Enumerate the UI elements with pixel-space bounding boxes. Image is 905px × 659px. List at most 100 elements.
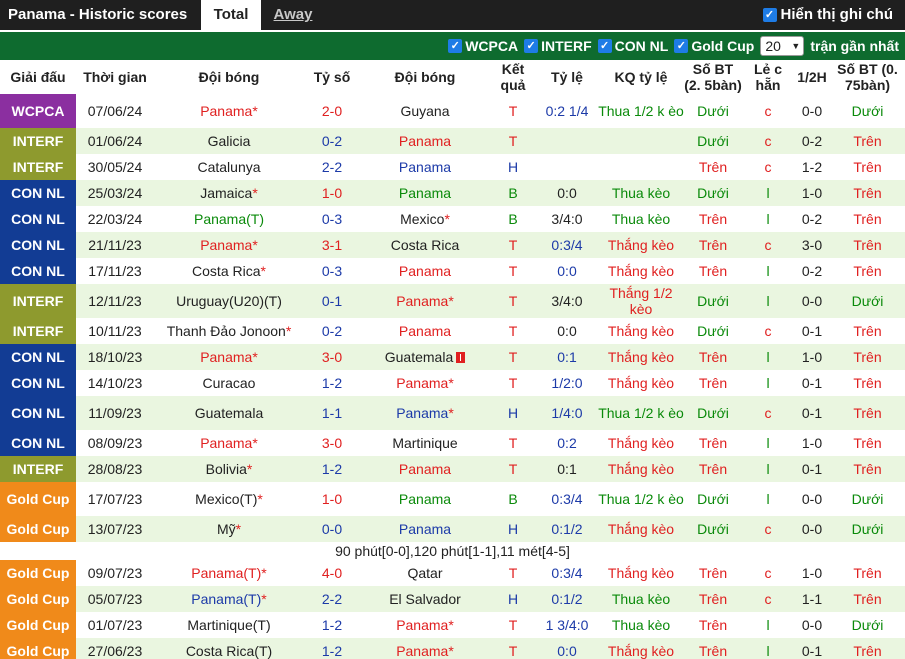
odds-cell: 0:3/4 <box>536 482 598 516</box>
odd-even-cell: l <box>742 370 794 396</box>
over-under-cell: Trên <box>684 206 742 232</box>
odds-result-cell: Thắng kèo <box>598 560 684 586</box>
tab-title: Panama - Historic scores <box>8 6 188 23</box>
table-row[interactable]: Gold Cup 17/07/23 Mexico(T)* 1-0 Panama B 0:3/… <box>0 482 905 516</box>
result-cell: T <box>490 128 536 154</box>
half-cell: 0-1 <box>794 638 830 659</box>
table-row[interactable]: CON NL 17/11/23 Costa Rica* 0-3 Panama T 0:0 Th… <box>0 258 905 284</box>
result-cell: T <box>490 370 536 396</box>
table-row[interactable]: CON NL 18/10/23 Panama* 3-0 Guatemala T 0:1 Thắ… <box>0 344 905 370</box>
score-cell: 0-0 <box>304 516 360 542</box>
away-team: Guyana <box>360 94 490 128</box>
table-row[interactable]: INTERF 01/06/24 Galicia 0-2 Panama T Dưới c 0-2 T… <box>0 128 905 154</box>
result-cell: T <box>490 318 536 344</box>
home-team: Galicia <box>154 128 304 154</box>
home-team: Martinique(T) <box>154 612 304 638</box>
recent-label: trận gần nhất <box>810 38 899 54</box>
header-league: Giải đấu <box>0 60 76 94</box>
filter-wcpca[interactable]: ✓ WCPCA <box>448 38 518 54</box>
odd-even-cell: c <box>742 516 794 542</box>
table-row[interactable]: INTERF 12/11/23 Uruguay(U20)(T) 0-1 Panama* T… <box>0 284 905 318</box>
filter-interf[interactable]: ✓ INTERF <box>524 38 592 54</box>
checkbox-icon[interactable]: ✓ <box>597 39 612 53</box>
date-cell: 27/06/23 <box>76 638 154 659</box>
score-cell: 0-2 <box>304 128 360 154</box>
table-row[interactable]: Gold Cup 27/06/23 Costa Rica(T) 1-2 Panama* T… <box>0 638 905 659</box>
tab-away[interactable]: Away <box>262 0 324 30</box>
home-team: Curacao <box>154 370 304 396</box>
odds-result-cell: Thua kèo <box>598 206 684 232</box>
league-cell: CON NL <box>0 370 76 396</box>
filter-goldcup[interactable]: ✓ Gold Cup <box>674 38 754 54</box>
table-row[interactable]: INTERF 30/05/24 Catalunya 2-2 Panama H Trên c 1-… <box>0 154 905 180</box>
show-notes-toggle[interactable]: ✓ Hiển thị ghi chú <box>762 0 893 30</box>
score-cell: 2-0 <box>304 94 360 128</box>
odds-result-cell: Thắng kèo <box>598 456 684 482</box>
half-cell: 0-2 <box>794 128 830 154</box>
header-result: Kết quả <box>490 60 536 94</box>
checkbox-icon[interactable]: ✓ <box>762 8 777 22</box>
league-cell: Gold Cup <box>0 612 76 638</box>
odds-result-cell: Thua 1/2 k èo <box>598 482 684 516</box>
half-cell: 0-1 <box>794 370 830 396</box>
over-under-cell: Trên <box>684 232 742 258</box>
score-cell: 2-2 <box>304 586 360 612</box>
over-under-2-cell: Trên <box>830 344 905 370</box>
table-row[interactable]: Gold Cup 09/07/23 Panama(T)* 4-0 Qatar T 0:3/4… <box>0 560 905 586</box>
header-odds-result: KQ tỷ lệ <box>598 60 684 94</box>
odd-even-cell: c <box>742 586 794 612</box>
red-card-icon <box>456 352 466 363</box>
over-under-cell: Dưới <box>684 94 742 128</box>
odds-cell: 0:1/2 <box>536 516 598 542</box>
home-team: Mexico(T)* <box>154 482 304 516</box>
home-team: Mỹ* <box>154 516 304 542</box>
table-row[interactable]: CON NL 14/10/23 Curacao 1-2 Panama* T 1/2:0 Thắ… <box>0 370 905 396</box>
match-count-select[interactable]: 20 ▼ <box>760 36 805 56</box>
tab-total[interactable]: Total <box>201 0 261 30</box>
header-away: Đội bóng <box>360 60 490 94</box>
half-cell: 1-1 <box>794 586 830 612</box>
over-under-2-cell: Trên <box>830 456 905 482</box>
result-cell: T <box>490 344 536 370</box>
header-odds: Tỷ lệ <box>536 60 598 94</box>
table-row[interactable]: CON NL 25/03/24 Jamaica* 1-0 Panama B 0:0 Thua … <box>0 180 905 206</box>
table-row[interactable]: CON NL 22/03/24 Panama(T) 0-3 Mexico* B 3/4:0 T… <box>0 206 905 232</box>
checkbox-icon[interactable]: ✓ <box>674 39 689 53</box>
odds-result-cell: Thắng kèo <box>598 370 684 396</box>
table-row[interactable]: Gold Cup 13/07/23 Mỹ* 0-0 Panama H 0:1/2 Thắng … <box>0 516 905 542</box>
home-team: Costa Rica* <box>154 258 304 284</box>
odds-cell: 0:2 <box>536 430 598 456</box>
odds-cell <box>536 154 598 180</box>
date-cell: 08/09/23 <box>76 430 154 456</box>
odds-result-cell: Thắng kèo <box>598 258 684 284</box>
checkbox-icon[interactable]: ✓ <box>448 39 463 53</box>
date-cell: 17/07/23 <box>76 482 154 516</box>
odd-even-cell: l <box>742 284 794 318</box>
half-cell: 1-0 <box>794 344 830 370</box>
table-row[interactable]: INTERF 10/11/23 Thanh Đảo Jonoon* 0-2 Panama… <box>0 318 905 344</box>
odds-result-cell: Thua kèo <box>598 180 684 206</box>
result-cell: T <box>490 456 536 482</box>
checkbox-icon[interactable]: ✓ <box>524 39 539 53</box>
away-team: Qatar <box>360 560 490 586</box>
header-odd-even: Lẻ c hẵn <box>742 60 794 94</box>
score-cell: 4-0 <box>304 560 360 586</box>
away-team: Costa Rica <box>360 232 490 258</box>
odds-cell: 0:0 <box>536 318 598 344</box>
match-count-value: 20 <box>765 38 781 54</box>
result-cell: T <box>490 258 536 284</box>
table-row[interactable]: WCPCA 07/06/24 Panama* 2-0 Guyana T 0:2 1/4 Thu… <box>0 94 905 128</box>
table-row[interactable]: CON NL 11/09/23 Guatemala 1-1 Panama* H 1/4:0 T… <box>0 396 905 430</box>
table-row[interactable]: INTERF 28/08/23 Bolivia* 1-2 Panama T 0:1 Thắng… <box>0 456 905 482</box>
half-cell: 1-0 <box>794 180 830 206</box>
over-under-cell: Dưới <box>684 180 742 206</box>
table-row[interactable]: CON NL 21/11/23 Panama* 3-1 Costa Rica T 0:3/4… <box>0 232 905 258</box>
date-cell: 09/07/23 <box>76 560 154 586</box>
odds-result-cell <box>598 128 684 154</box>
date-cell: 30/05/24 <box>76 154 154 180</box>
table-row[interactable]: Gold Cup 05/07/23 Panama(T)* 2-2 El Salvador… <box>0 586 905 612</box>
result-cell: B <box>490 180 536 206</box>
table-row[interactable]: Gold Cup 01/07/23 Martinique(T) 1-2 Panama* T… <box>0 612 905 638</box>
filter-connl[interactable]: ✓ CON NL <box>597 38 668 54</box>
table-row[interactable]: CON NL 08/09/23 Panama* 3-0 Martinique T 0:2 Th… <box>0 430 905 456</box>
